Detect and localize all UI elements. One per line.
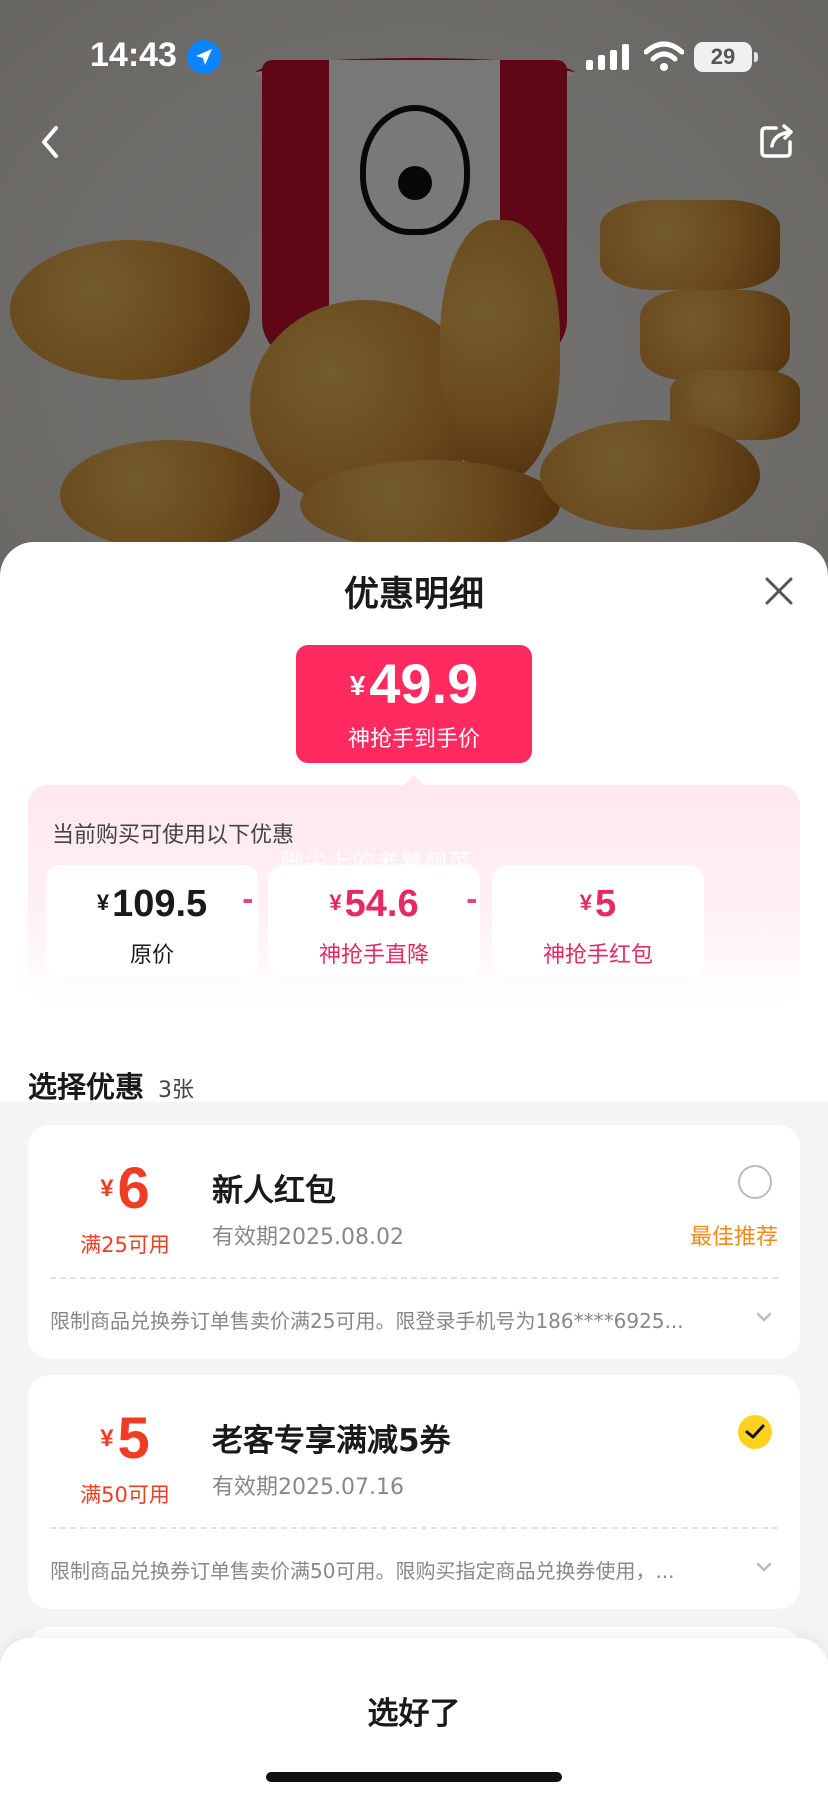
promo-caption: 当前购买可使用以下优惠: [52, 823, 295, 848]
status-bar: 14:43 29: [0, 0, 828, 110]
select-discount-title: 选择优惠: [28, 1070, 145, 1104]
share-icon[interactable]: [758, 122, 796, 160]
price-pointer: [402, 775, 426, 787]
coupon-card[interactable]: ¥6 满25可用 新人红包 有效期2025.08.02 最佳推荐 限制商品兑换券…: [28, 1125, 800, 1359]
chevron-down-icon[interactable]: [756, 1561, 772, 1573]
coupon-amount: ¥6: [60, 1155, 190, 1222]
cellular-signal-icon: [586, 44, 629, 70]
direct-discount-box: ¥54.6 神抢手直降: [268, 865, 480, 977]
coupon-validity: 有效期2025.07.16: [212, 1475, 404, 1500]
original-price-box: ¥109.5 原价: [46, 865, 258, 977]
red-packet-box: ¥5 神抢手红包: [492, 865, 704, 977]
coupon-count: 3张: [158, 1078, 194, 1103]
coupon-checked-icon[interactable]: [738, 1415, 772, 1449]
status-time: 14:43: [90, 36, 177, 74]
coupon-name: 老客专享满减5券: [212, 1423, 451, 1459]
direct-discount-label: 神抢手直降: [318, 943, 429, 968]
original-price-value: 109.5: [112, 883, 208, 925]
wifi-icon: [644, 41, 684, 71]
divider: [50, 1527, 778, 1529]
minus-sign: -: [466, 883, 478, 916]
coupon-description: 限制商品兑换券订单售卖价满25可用。限登录手机号为186****6925...: [50, 1309, 684, 1333]
final-price-currency: ¥: [349, 670, 366, 701]
original-price-currency: ¥: [96, 890, 110, 915]
coupon-validity: 有效期2025.08.02: [212, 1225, 404, 1250]
final-price-badge: ¥49.9 神抢手到手价: [296, 645, 532, 763]
chevron-down-icon[interactable]: [756, 1311, 772, 1323]
final-price-value: 49.9: [369, 652, 479, 715]
coupon-amount-value: 6: [117, 1156, 150, 1221]
discount-detail-sheet: 优惠明细 ¥49.9 神抢手到手价 当前购买可使用以下优惠 脚尖上的老饕靓菜 ¥…: [0, 542, 828, 1795]
coupon-amount: ¥5: [60, 1405, 190, 1472]
bottom-action-bar: 选好了: [0, 1638, 828, 1795]
coupon-amount-value: 5: [117, 1406, 150, 1471]
coupon-condition: 满50可用: [80, 1483, 170, 1507]
red-packet-value: 5: [595, 883, 617, 925]
red-packet-currency: ¥: [579, 890, 593, 915]
coupon-currency: ¥: [100, 1425, 114, 1452]
red-packet-label: 神抢手红包: [542, 943, 653, 968]
home-indicator: [266, 1772, 562, 1782]
minus-sign: -: [242, 883, 254, 916]
divider: [50, 1277, 778, 1279]
direct-discount-value: 54.6: [344, 883, 419, 925]
battery-icon: 29: [694, 42, 758, 72]
final-price-label: 神抢手到手价: [347, 727, 480, 752]
coupon-card[interactable]: ¥5 满50可用 老客专享满减5券 有效期2025.07.16 限制商品兑换券订…: [28, 1375, 800, 1609]
sheet-title: 优惠明细: [343, 575, 484, 615]
coupon-description: 限制商品兑换券订单售卖价满50可用。限购买指定商品兑换券使用，...: [50, 1559, 675, 1583]
location-arrow-icon: [187, 40, 221, 74]
promo-breakdown: 当前购买可使用以下优惠 脚尖上的老饕靓菜 ¥109.5 原价 - ¥54.6 神…: [28, 785, 800, 1005]
close-icon[interactable]: [762, 574, 796, 608]
best-recommend-tag: 最佳推荐: [689, 1225, 778, 1250]
coupon-radio-unchecked[interactable]: [738, 1165, 772, 1199]
original-price-label: 原价: [129, 943, 174, 968]
coupon-name: 新人红包: [212, 1173, 336, 1209]
coupon-currency: ¥: [100, 1175, 114, 1202]
done-button[interactable]: 选好了: [0, 1688, 828, 1733]
coupon-condition: 满25可用: [80, 1233, 170, 1257]
back-chevron-icon[interactable]: [32, 120, 68, 164]
direct-discount-currency: ¥: [329, 890, 342, 915]
